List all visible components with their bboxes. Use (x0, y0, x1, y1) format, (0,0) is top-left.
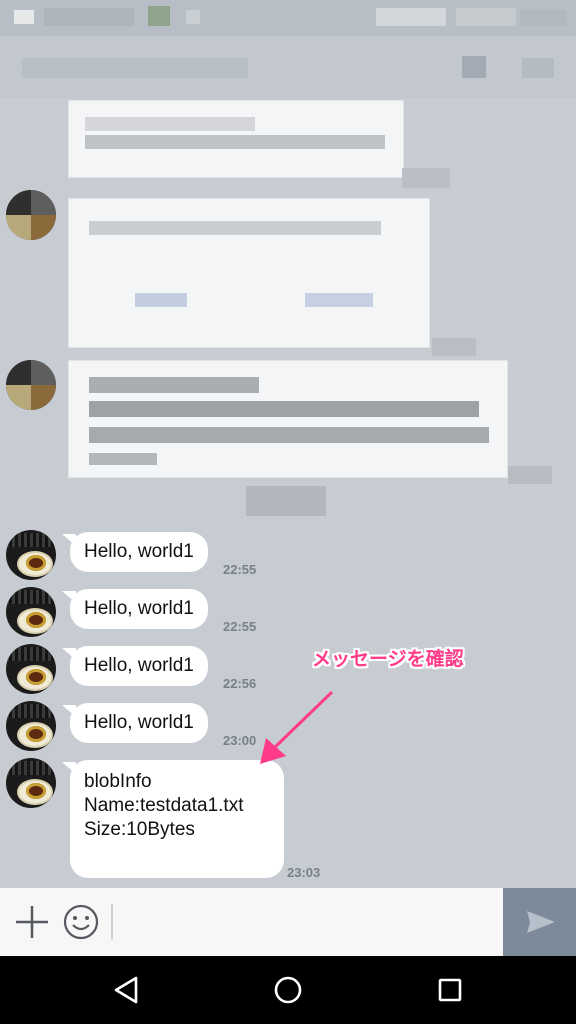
page-title (22, 58, 248, 78)
recents-button[interactable] (430, 970, 470, 1010)
avatar[interactable] (6, 701, 56, 751)
blurred-message (68, 100, 404, 178)
annotation-arrow-icon (260, 690, 334, 764)
message-input-bar (0, 888, 576, 956)
message-bubble[interactable]: Hello, world1 (62, 703, 208, 743)
plus-icon (16, 906, 48, 938)
message-text: Hello, world1 (84, 541, 194, 562)
recents-square-icon (438, 978, 462, 1002)
back-triangle-icon (114, 976, 138, 1004)
message-input[interactable] (118, 896, 496, 948)
home-button[interactable] (268, 970, 308, 1010)
battery-icon (456, 8, 516, 26)
signal-icon (376, 8, 446, 26)
message-time: 22:55 (223, 619, 257, 634)
message-bubble[interactable]: Hello, world1 (62, 532, 208, 572)
message-time: 22:55 (223, 562, 257, 577)
home-circle-icon (274, 976, 302, 1004)
message-line: Size:10Bytes (84, 819, 195, 840)
avatar[interactable] (6, 190, 56, 240)
add-button[interactable] (10, 902, 54, 942)
notification-icon (14, 10, 34, 24)
emoji-button[interactable] (60, 902, 102, 942)
status-blur (44, 8, 134, 26)
annotation-label: メッセージを確認 (312, 648, 464, 670)
send-button[interactable] (503, 888, 576, 956)
input-divider (111, 904, 113, 940)
status-blur (148, 6, 170, 26)
menu-icon[interactable] (522, 58, 554, 78)
status-blur (520, 10, 566, 26)
message-bubble[interactable]: Hello, world1 (62, 589, 208, 629)
smiley-icon (63, 904, 99, 940)
blurred-time (246, 486, 326, 516)
message-text: Hello, world1 (84, 598, 194, 619)
message-line: Name:testdata1.txt (84, 795, 244, 816)
blurred-time (402, 168, 450, 188)
message-bubble[interactable]: blobInfo Name:testdata1.txt Size:10Bytes (62, 760, 284, 878)
chat-header (0, 36, 576, 98)
blurred-time (432, 338, 476, 356)
avatar[interactable] (6, 530, 56, 580)
message-text: Hello, world1 (84, 655, 194, 676)
back-button[interactable] (106, 970, 146, 1010)
message-text: Hello, world1 (84, 712, 194, 733)
blurred-time (508, 466, 552, 484)
message-line: blobInfo (84, 771, 152, 792)
blurred-message (68, 198, 430, 348)
avatar[interactable] (6, 644, 56, 694)
send-arrow-icon (527, 911, 555, 933)
blurred-message (68, 360, 508, 478)
message-time: 23:03 (287, 865, 321, 880)
status-bar (0, 0, 576, 36)
message-bubble[interactable]: Hello, world1 (62, 646, 208, 686)
avatar[interactable] (6, 587, 56, 637)
avatar[interactable] (6, 758, 56, 808)
status-blur (186, 10, 200, 24)
navigation-bar (0, 956, 576, 1024)
header-icon[interactable] (462, 56, 486, 78)
avatar[interactable] (6, 360, 56, 410)
